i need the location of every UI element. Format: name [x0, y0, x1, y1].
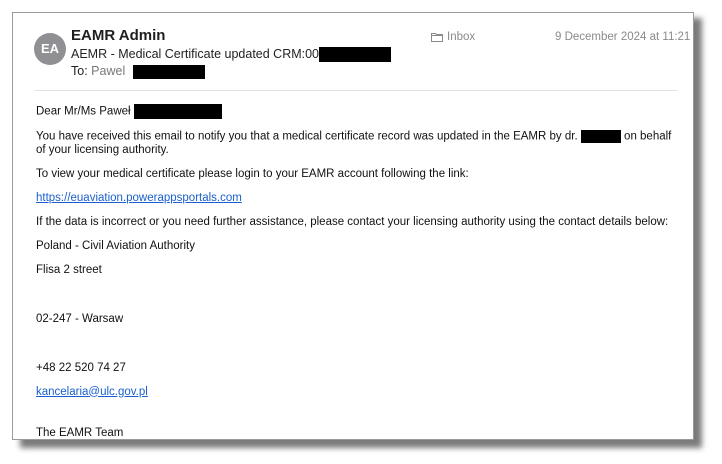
- assistance-paragraph: If the data is incorrect or you need fur…: [36, 215, 669, 228]
- authority-postal: 02-247 - Warsaw: [36, 312, 124, 325]
- folder-icon: [431, 31, 447, 43]
- portal-link-row: https://euaviation.powerappsportals.com: [36, 192, 681, 205]
- authority-email-link[interactable]: kancelaria@ulc.gov.pl: [36, 386, 148, 398]
- redaction-block: [133, 104, 222, 119]
- redaction-block: [319, 47, 392, 63]
- notification-text: You have received this email to notify y…: [36, 130, 578, 143]
- notification-paragraph: You have received this email to notify y…: [36, 130, 681, 157]
- sender-name[interactable]: EAMR Admin: [71, 27, 165, 44]
- redaction-block: [132, 64, 205, 79]
- signature: The EAMR Team: [36, 426, 124, 439]
- message-date: 9 December 2024 at 11:21: [555, 31, 691, 43]
- authority-street: Flisa 2 street: [36, 263, 102, 276]
- portal-link[interactable]: https://euaviation.powerappsportals.com: [36, 192, 242, 204]
- subject-text: AEMR - Medical Certificate updated CRM:0…: [71, 47, 320, 61]
- authority-phone: +48 22 520 74 27: [36, 361, 126, 374]
- message-body: Dear Mr/Ms Paweł You have received this …: [36, 104, 681, 439]
- email-view: EA EAMR Admin AEMR - Medical Certificate…: [12, 12, 694, 440]
- redaction-block: [580, 130, 621, 143]
- message-header: EA EAMR Admin AEMR - Medical Certificate…: [13, 13, 693, 91]
- recipient-row: To: Pawel: [71, 64, 205, 79]
- authority-name: Poland - Civil Aviation Authority: [36, 239, 195, 252]
- mailbox-label[interactable]: Inbox: [431, 31, 475, 43]
- to-label: To:: [71, 64, 88, 78]
- recipient-name[interactable]: Pawel: [91, 64, 125, 78]
- sender-avatar: EA: [34, 33, 66, 65]
- mailbox-name: Inbox: [447, 31, 476, 43]
- authority-email-row: kancelaria@ulc.gov.pl: [36, 386, 681, 399]
- login-instruction: To view your medical certificate please …: [36, 167, 469, 180]
- subject-line: AEMR - Medical Certificate updated CRM:0…: [71, 47, 392, 63]
- greeting: Dear Mr/Ms Paweł: [36, 104, 681, 119]
- header-divider: [35, 90, 677, 91]
- greeting-text: Dear Mr/Ms Paweł: [36, 105, 131, 118]
